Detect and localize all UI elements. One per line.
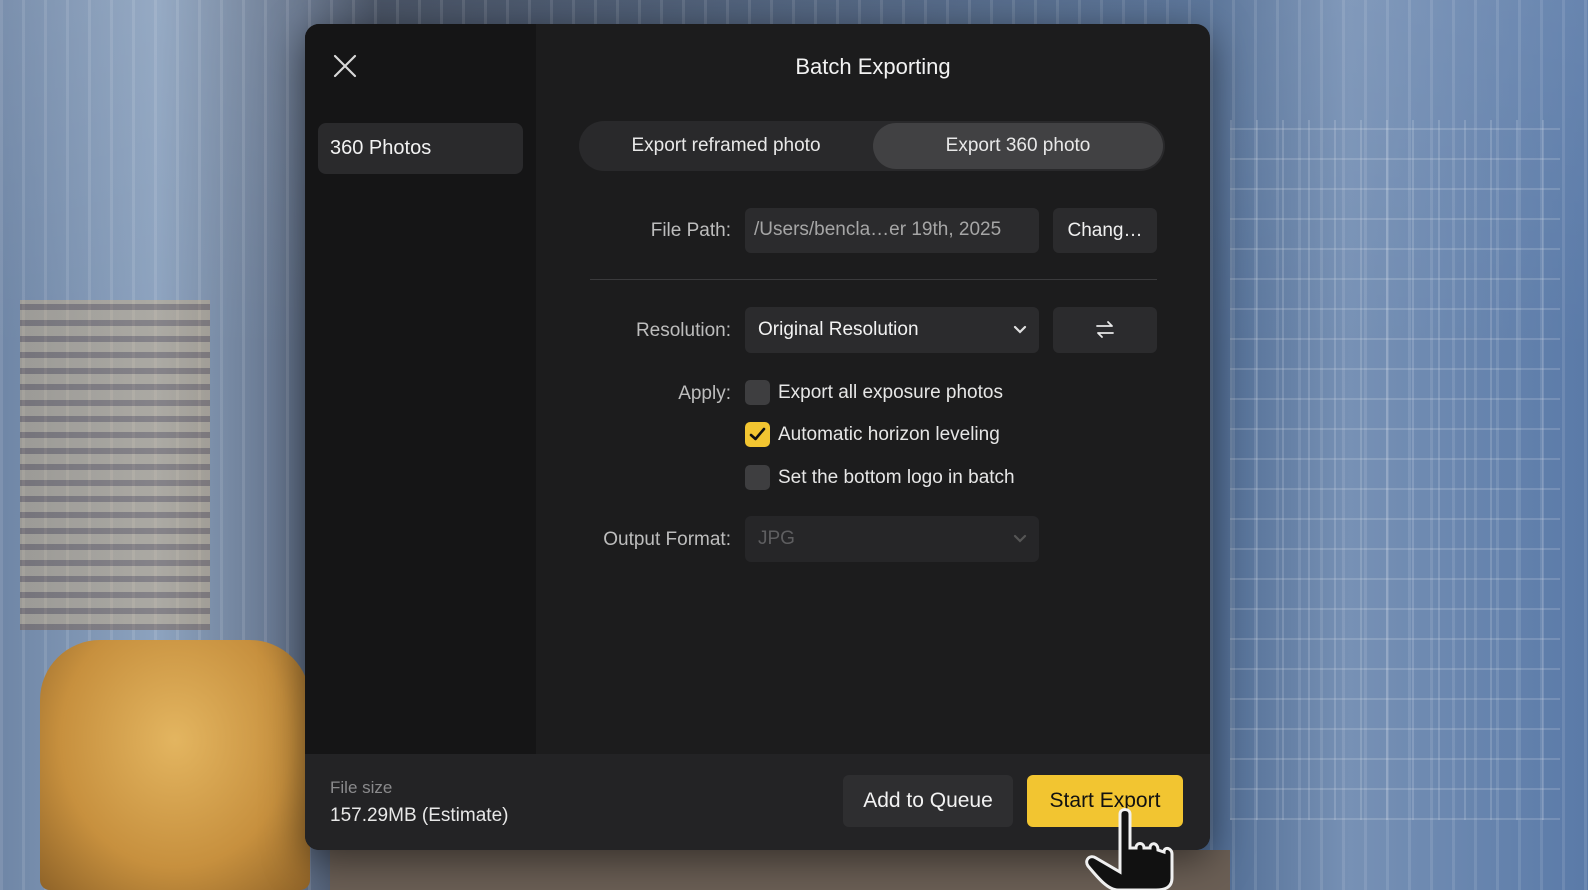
apply-label: Apply: (678, 383, 731, 404)
add-to-queue-button[interactable]: Add to Queue (843, 775, 1013, 827)
file-size-label: File size (330, 778, 393, 797)
checkbox-checked[interactable] (745, 422, 770, 447)
file-path-label: File Path: (650, 220, 731, 241)
checkbox-label: Set the bottom logo in batch (778, 467, 1015, 488)
sidebar-item-360-photos[interactable]: 360 Photos (318, 123, 523, 174)
hand-pointer-icon (1085, 808, 1174, 890)
checkbox-label: Automatic horizon leveling (778, 424, 1000, 445)
chevron-down-icon (1013, 325, 1027, 334)
checkmark-icon (749, 427, 766, 441)
swap-arrows-icon (1096, 321, 1114, 338)
resolution-select[interactable]: Original Resolution (745, 307, 1039, 353)
chevron-down-icon (1013, 534, 1027, 543)
output-format-label: Output Format: (603, 529, 731, 550)
main-panel: Batch Exporting Export reframed photo Ex… (536, 24, 1210, 754)
export-mode-toggle: Export reframed photo Export 360 photo (579, 121, 1165, 171)
checkbox-unchecked[interactable] (745, 465, 770, 490)
background-chair (40, 640, 310, 890)
dialog-title: Batch Exporting (795, 54, 951, 79)
file-size-value: 157.29MB (Estimate) (330, 805, 509, 826)
swap-resolution-button[interactable] (1053, 307, 1157, 353)
divider (590, 279, 1157, 280)
sidebar: 360 Photos (305, 24, 536, 754)
checkbox-label: Export all exposure photos (778, 382, 1003, 403)
background-building-right (1230, 120, 1560, 820)
dialog-footer: File size 157.29MB (Estimate) Add to Que… (305, 754, 1210, 850)
resolution-label: Resolution: (635, 320, 731, 341)
file-path-field[interactable]: /Users/bencla…er 19th, 2025 (745, 208, 1039, 253)
background-building (20, 300, 210, 630)
tab-export-reframed-photo[interactable]: Export reframed photo (581, 123, 871, 169)
output-format-value: JPG (758, 528, 795, 549)
checkbox-unchecked[interactable] (745, 380, 770, 405)
change-path-button[interactable]: Chang… (1053, 208, 1157, 253)
resolution-value: Original Resolution (758, 319, 919, 340)
close-icon (333, 54, 357, 78)
batch-export-dialog: 360 Photos Batch Exporting Export refram… (305, 24, 1210, 850)
tab-export-360-photo[interactable]: Export 360 photo (873, 123, 1163, 169)
close-button[interactable] (331, 52, 359, 80)
output-format-select: JPG (745, 516, 1039, 562)
